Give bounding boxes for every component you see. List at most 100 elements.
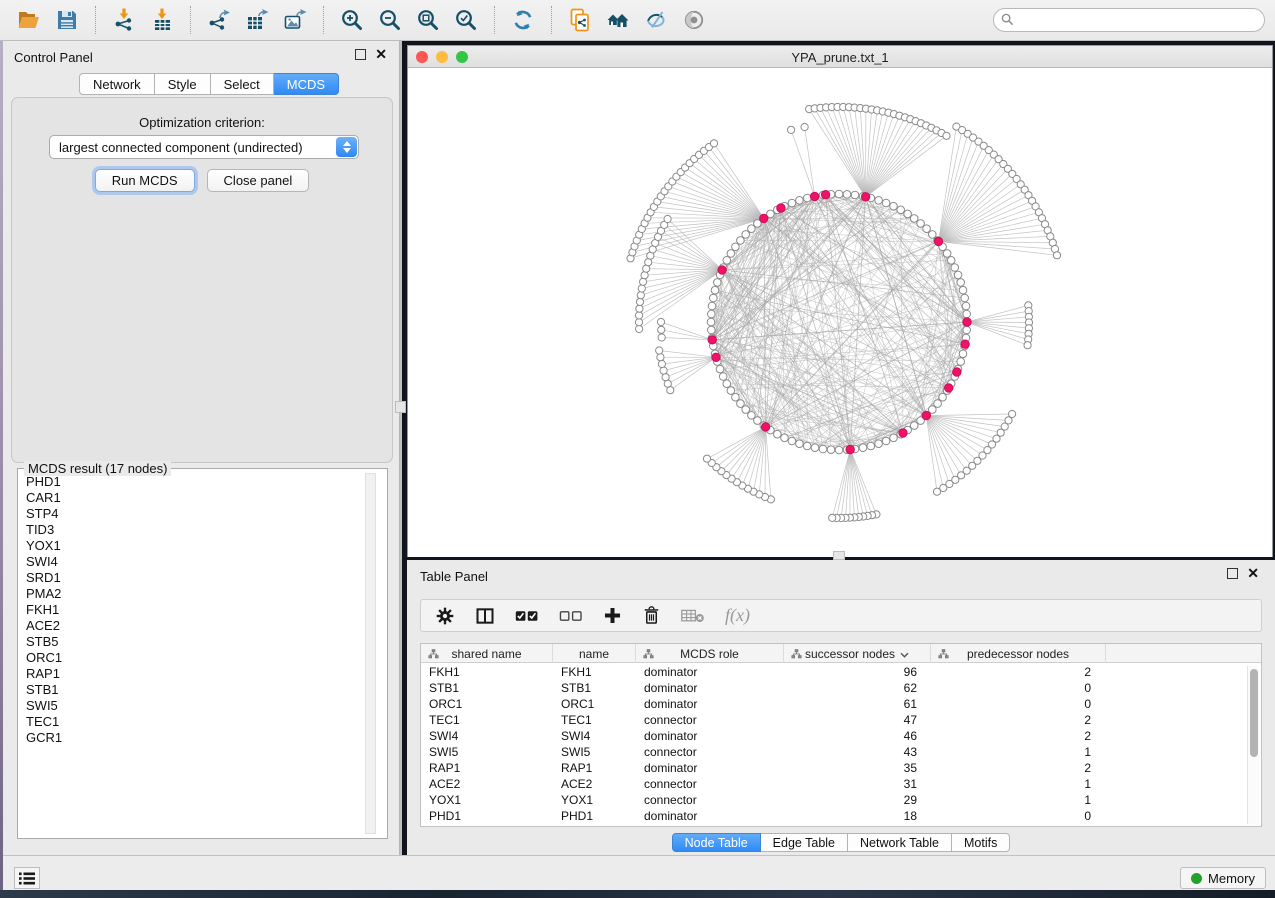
- zoom-out-icon[interactable]: [375, 5, 405, 35]
- mcds-result-item[interactable]: FKH1: [19, 602, 374, 618]
- task-history-button[interactable]: [14, 867, 40, 889]
- delete-column-icon[interactable]: [642, 606, 661, 625]
- memory-button[interactable]: Memory: [1180, 867, 1266, 889]
- mcds-result-item[interactable]: YOX1: [19, 538, 374, 554]
- mcds-result-item[interactable]: ACE2: [19, 618, 374, 634]
- cell: RAP1: [421, 760, 553, 776]
- table-row[interactable]: FKH1FKH1dominator962: [421, 664, 1261, 680]
- select-all-rows-icon[interactable]: [515, 608, 539, 624]
- float-panel-icon[interactable]: [1227, 568, 1238, 579]
- create-column-icon[interactable]: [603, 606, 622, 625]
- cell: 2: [931, 664, 1106, 680]
- mcds-result-list[interactable]: PHD1CAR1STP4TID3YOX1SWI4SRD1PMA2FKH1ACE2…: [19, 474, 374, 836]
- tab-edge-table[interactable]: Edge Table: [761, 833, 848, 852]
- save-session-icon[interactable]: [52, 5, 82, 35]
- mcds-result-item[interactable]: STB1: [19, 682, 374, 698]
- table-scrollbar-thumb[interactable]: [1250, 669, 1258, 757]
- select-stepper-icon: [336, 137, 357, 157]
- cell: YOX1: [553, 792, 636, 808]
- tab-mcds[interactable]: MCDS: [274, 73, 339, 95]
- header-cell-shared-name[interactable]: shared name: [421, 644, 553, 663]
- table-row[interactable]: SWI4SWI4dominator462: [421, 728, 1261, 744]
- import-table-icon[interactable]: [147, 5, 177, 35]
- vertical-splitter[interactable]: [400, 41, 402, 855]
- export-image-icon[interactable]: [280, 5, 310, 35]
- node-table: shared namenameMCDS rolesuccessor nodesp…: [420, 643, 1262, 827]
- mcds-result-item[interactable]: SWI5: [19, 698, 374, 714]
- mcds-result-item[interactable]: SRD1: [19, 570, 374, 586]
- mcds-result-item[interactable]: SWI4: [19, 554, 374, 570]
- deselect-all-rows-icon[interactable]: [559, 608, 583, 624]
- zoom-in-icon[interactable]: [337, 5, 367, 35]
- tab-motifs[interactable]: Motifs: [952, 833, 1010, 852]
- mcds-result-item[interactable]: STP4: [19, 506, 374, 522]
- toolbar-separator: [323, 6, 324, 34]
- table-row[interactable]: PHD1PHD1dominator180: [421, 808, 1261, 824]
- close-panel-icon[interactable]: ✕: [1247, 568, 1259, 579]
- close-panel-icon[interactable]: ✕: [375, 49, 387, 60]
- cell: SWI4: [421, 728, 553, 744]
- mcds-result-item[interactable]: GCR1: [19, 730, 374, 746]
- header-cell-successor-nodes[interactable]: successor nodes: [784, 644, 931, 663]
- status-bar: Memory: [3, 855, 1275, 890]
- control-panel-tabs: NetworkStyleSelectMCDS: [79, 73, 339, 95]
- cell: 1: [931, 792, 1106, 808]
- table-mode-icon[interactable]: [435, 606, 455, 626]
- function-builder-icon[interactable]: f(x): [725, 605, 750, 626]
- header-cell-MCDS-role[interactable]: MCDS role: [636, 644, 784, 663]
- header-cell-name[interactable]: name: [553, 644, 636, 663]
- mcds-list-scrollbar[interactable]: [365, 473, 376, 834]
- search-input[interactable]: [993, 8, 1265, 32]
- mcds-result-item[interactable]: STB5: [19, 634, 374, 650]
- mcds-result-item[interactable]: CAR1: [19, 490, 374, 506]
- tab-node-table[interactable]: Node Table: [672, 833, 761, 852]
- optimization-criterion-label: Optimization criterion:: [12, 115, 392, 130]
- network-title: YPA_prune.txt_1: [408, 50, 1272, 65]
- mcds-result-item[interactable]: TID3: [19, 522, 374, 538]
- close-panel-button[interactable]: Close panel: [207, 169, 310, 192]
- mcds-result-item[interactable]: PMA2: [19, 586, 374, 602]
- network-titlebar[interactable]: YPA_prune.txt_1: [408, 46, 1272, 68]
- table-row[interactable]: ACE2ACE2connector311: [421, 776, 1261, 792]
- export-network-icon[interactable]: [204, 5, 234, 35]
- refresh-icon[interactable]: [508, 5, 538, 35]
- table-row[interactable]: YOX1YOX1connector291: [421, 792, 1261, 808]
- table-row[interactable]: STB1STB1dominator620: [421, 680, 1261, 696]
- mcds-result-item[interactable]: RAP1: [19, 666, 374, 682]
- header-cell-predecessor-nodes[interactable]: predecessor nodes: [931, 644, 1106, 663]
- export-table-icon[interactable]: [242, 5, 272, 35]
- criterion-select[interactable]: largest connected component (undirected): [49, 135, 359, 159]
- mcds-result-item[interactable]: ORC1: [19, 650, 374, 666]
- run-mcds-button[interactable]: Run MCDS: [95, 169, 195, 192]
- mcds-result-item[interactable]: TEC1: [19, 714, 374, 730]
- table-toolbar: f(x): [420, 599, 1262, 632]
- network-graph[interactable]: [408, 68, 1272, 557]
- open-session-icon[interactable]: [14, 5, 44, 35]
- clone-network-icon[interactable]: [565, 5, 595, 35]
- import-network-icon[interactable]: [109, 5, 139, 35]
- mcds-result-item[interactable]: PHD1: [19, 474, 374, 490]
- tab-network-table[interactable]: Network Table: [848, 833, 952, 852]
- table-row[interactable]: SWI5SWI5connector431: [421, 744, 1261, 760]
- delete-table-icon[interactable]: [681, 608, 705, 624]
- tab-style[interactable]: Style: [155, 73, 211, 95]
- cell: dominator: [636, 680, 784, 696]
- toolbar-separator: [190, 6, 191, 34]
- hide-visual-properties-icon[interactable]: [641, 5, 671, 35]
- tab-network[interactable]: Network: [79, 73, 155, 95]
- table-scrollbar[interactable]: [1247, 666, 1259, 824]
- cell: FKH1: [421, 664, 553, 680]
- table-row[interactable]: ORC1ORC1dominator610: [421, 696, 1261, 712]
- show-column-icon[interactable]: [475, 606, 495, 626]
- zoom-selected-icon[interactable]: [451, 5, 481, 35]
- horizontal-splitter-handle[interactable]: [833, 551, 845, 560]
- float-panel-icon[interactable]: [355, 49, 366, 60]
- table-row[interactable]: RAP1RAP1dominator352: [421, 760, 1261, 776]
- vertical-splitter-handle[interactable]: [395, 401, 406, 413]
- nested-networks-icon[interactable]: [603, 5, 633, 35]
- show-visual-properties-icon[interactable]: [679, 5, 709, 35]
- zoom-fit-icon[interactable]: [413, 5, 443, 35]
- table-row[interactable]: TEC1TEC1connector472: [421, 712, 1261, 728]
- tab-select[interactable]: Select: [211, 73, 274, 95]
- cell: dominator: [636, 808, 784, 824]
